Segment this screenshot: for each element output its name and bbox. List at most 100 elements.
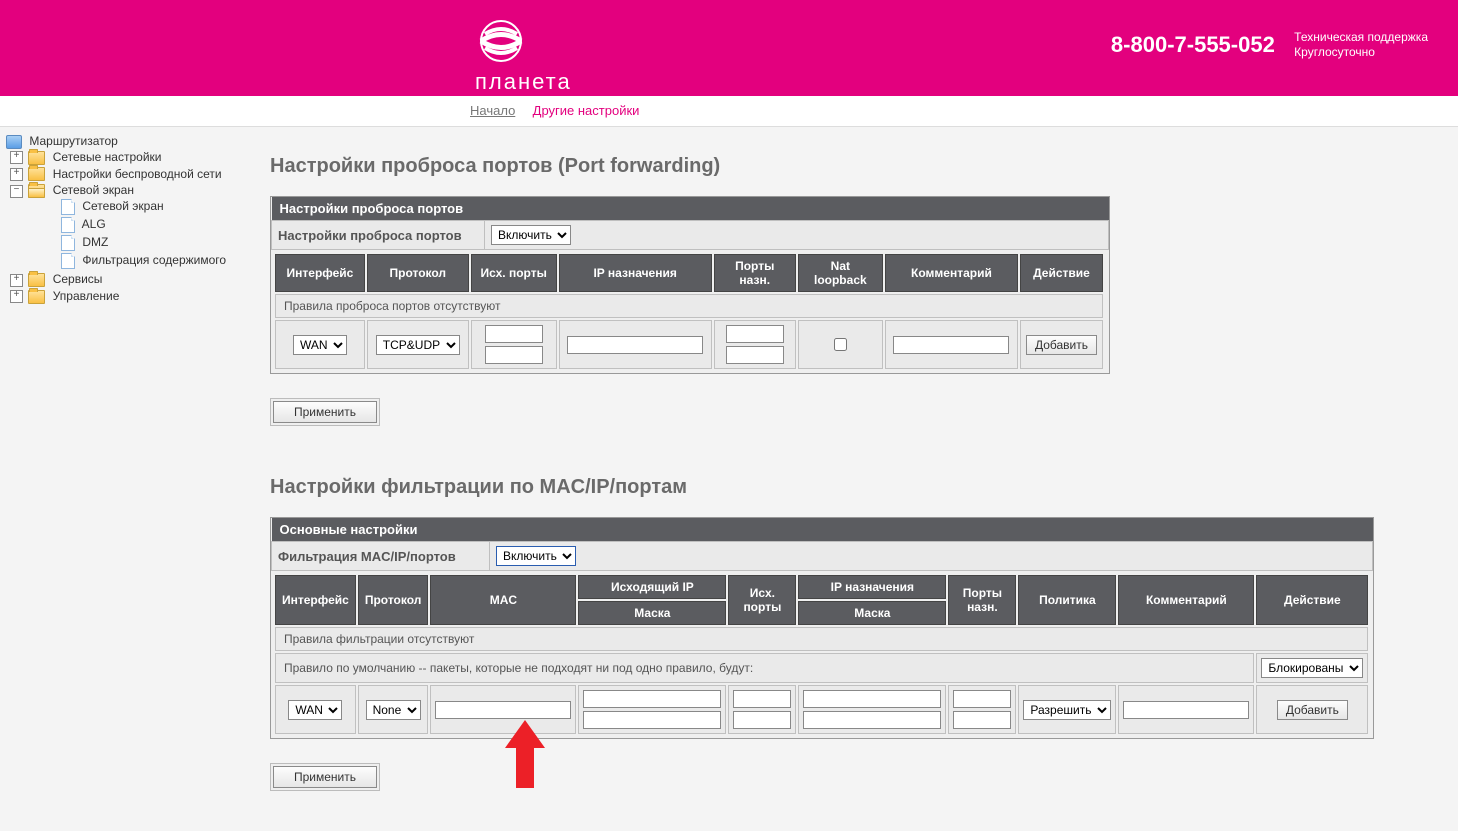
portfwd-label: Настройки проброса портов: [272, 221, 485, 250]
col-iface: Интерфейс: [275, 575, 356, 625]
portfwd-dstport-to[interactable]: [726, 346, 784, 364]
tree-item-dmz[interactable]: DMZ: [44, 235, 108, 249]
folder-icon: [28, 151, 45, 165]
macfilter-srcip-input[interactable]: [583, 690, 721, 708]
macfilter-srcport-to[interactable]: [733, 711, 791, 729]
col-dstmask: Маска: [798, 601, 946, 625]
annotation-arrow: [505, 720, 545, 788]
brand-name: планета: [475, 69, 572, 95]
nav-current[interactable]: Другие настройки: [533, 103, 640, 118]
portfwd-dstip-input[interactable]: [567, 336, 703, 354]
macfilter-comment-input[interactable]: [1123, 701, 1249, 719]
page-icon: [61, 235, 75, 251]
section-title-portfwd: Настройки проброса портов (Port forwardi…: [270, 155, 1390, 178]
macfilter-label: Фильтрация MAC/IP/портов: [272, 542, 490, 571]
portfwd-dstport-from[interactable]: [726, 325, 784, 343]
tree-item-wireless[interactable]: + Настройки беспроводной сети: [8, 167, 222, 181]
page-icon: [61, 199, 75, 215]
macfilter-apply-button[interactable]: Применить: [273, 766, 377, 788]
expand-icon[interactable]: +: [10, 168, 23, 181]
macfilter-empty-msg: Правила фильтрации отсутствуют: [275, 627, 1368, 651]
tree-item-content-filter[interactable]: Фильтрация содержимого: [44, 253, 226, 267]
expand-icon[interactable]: +: [10, 151, 23, 164]
col-dstports: Порты назн.: [948, 575, 1016, 625]
box-title-portfwd: Настройки проброса портов: [272, 197, 1109, 221]
macfilter-iface-select[interactable]: WAN: [288, 700, 342, 720]
portfwd-apply-button[interactable]: Применить: [273, 401, 377, 423]
col-action: Действие: [1256, 575, 1368, 625]
macfilter-new-row: WAN None: [275, 685, 1368, 734]
macfilter-default-policy-select[interactable]: Блокированы: [1261, 658, 1363, 678]
expand-icon[interactable]: +: [10, 290, 23, 303]
router-icon: [6, 135, 22, 149]
tree-root-label[interactable]: Маршрутизатор: [29, 134, 117, 148]
folder-icon: [28, 273, 45, 287]
portfwd-table: Интерфейс Протокол Исх. порты IP назначе…: [273, 252, 1105, 371]
macfilter-dstip-input[interactable]: [803, 690, 941, 708]
portfwd-comment-input[interactable]: [893, 336, 1009, 354]
folder-icon: [28, 290, 45, 304]
macfilter-dstport-to[interactable]: [953, 711, 1011, 729]
box-title-macfilter: Основные настройки: [272, 518, 1373, 542]
expand-icon[interactable]: +: [10, 274, 23, 287]
portfwd-proto-select[interactable]: TCP&UDP: [376, 335, 460, 355]
col-proto: Протокол: [367, 254, 469, 292]
col-proto: Протокол: [358, 575, 429, 625]
tree-item-network[interactable]: + Сетевые настройки: [8, 150, 161, 164]
collapse-icon[interactable]: −: [10, 185, 23, 198]
col-policy: Политика: [1018, 575, 1116, 625]
macfilter-table: Интерфейс Протокол MAC Исходящий IP Исх.…: [273, 573, 1370, 736]
main-content: Настройки проброса портов (Port forwardi…: [260, 127, 1430, 831]
col-iface: Интерфейс: [275, 254, 365, 292]
tree-root[interactable]: Маршрутизатор: [4, 134, 118, 148]
col-srcports: Исх. порты: [728, 575, 796, 625]
portfwd-iface-select[interactable]: WAN: [293, 335, 347, 355]
page-icon: [61, 253, 75, 269]
col-dstip: IP назначения: [798, 575, 946, 599]
tree-item-firewall[interactable]: − Сетевой экран: [8, 183, 134, 197]
col-action: Действие: [1020, 254, 1103, 292]
support-line-2: Круглосуточно: [1294, 45, 1375, 59]
portfwd-srcport-to[interactable]: [485, 346, 543, 364]
col-comment: Комментарий: [1118, 575, 1254, 625]
col-comment: Комментарий: [885, 254, 1018, 292]
col-srcports: Исх. порты: [471, 254, 557, 292]
folder-open-icon: [28, 184, 45, 198]
support-phone: 8-800-7-555-052: [1111, 32, 1275, 58]
portfwd-add-button[interactable]: Добавить: [1026, 335, 1097, 355]
tree-item-services[interactable]: + Сервисы: [8, 272, 102, 286]
breadcrumb: Начало Другие настройки: [0, 96, 1458, 127]
tree-item-management[interactable]: + Управление: [8, 289, 119, 303]
portfwd-natloop-checkbox[interactable]: [834, 338, 847, 351]
sidebar: Маршрутизатор + Сетевые настройки + Наст…: [0, 127, 260, 831]
macfilter-proto-select[interactable]: None: [366, 700, 421, 720]
macfilter-srcport-from[interactable]: [733, 690, 791, 708]
page-icon: [61, 217, 75, 233]
tree-item-fw-general[interactable]: Сетевой экран: [44, 199, 164, 213]
portfwd-enable-select[interactable]: Включить: [491, 225, 571, 245]
col-srcip: Исходящий IP: [578, 575, 726, 599]
support-block: 8-800-7-555-052 Техническая поддержка Кр…: [1111, 30, 1428, 60]
macfilter-policy-select[interactable]: Разрешить: [1023, 700, 1111, 720]
portfwd-srcport-from[interactable]: [485, 325, 543, 343]
col-dstports: Порты назн.: [714, 254, 796, 292]
macfilter-default-rule-msg: Правило по умолчанию -- пакеты, которые …: [275, 653, 1254, 683]
portfwd-new-row: WAN TCP&UDP Добавить: [275, 320, 1103, 369]
portfwd-empty-msg: Правила проброса портов отсутствуют: [275, 294, 1103, 318]
nav-home[interactable]: Начало: [470, 103, 515, 118]
macfilter-add-button[interactable]: Добавить: [1277, 700, 1348, 720]
folder-icon: [28, 167, 45, 181]
macfilter-dstmask-input[interactable]: [803, 711, 941, 729]
col-natloop: Nat loopback: [798, 254, 883, 292]
brand-logo: планета: [475, 18, 572, 95]
macfilter-enable-select[interactable]: Включить: [496, 546, 576, 566]
macfilter-dstport-from[interactable]: [953, 690, 1011, 708]
tree-item-alg[interactable]: ALG: [44, 217, 106, 231]
macfilter-srcmask-input[interactable]: [583, 711, 721, 729]
col-srcmask: Маска: [578, 601, 726, 625]
section-title-macfilter: Настройки фильтрации по MAC/IP/портам: [270, 476, 1390, 499]
col-dstip: IP назначения: [559, 254, 712, 292]
header: планета 8-800-7-555-052 Техническая подд…: [0, 0, 1458, 96]
macfilter-mac-input[interactable]: [435, 701, 571, 719]
col-mac: MAC: [430, 575, 576, 625]
